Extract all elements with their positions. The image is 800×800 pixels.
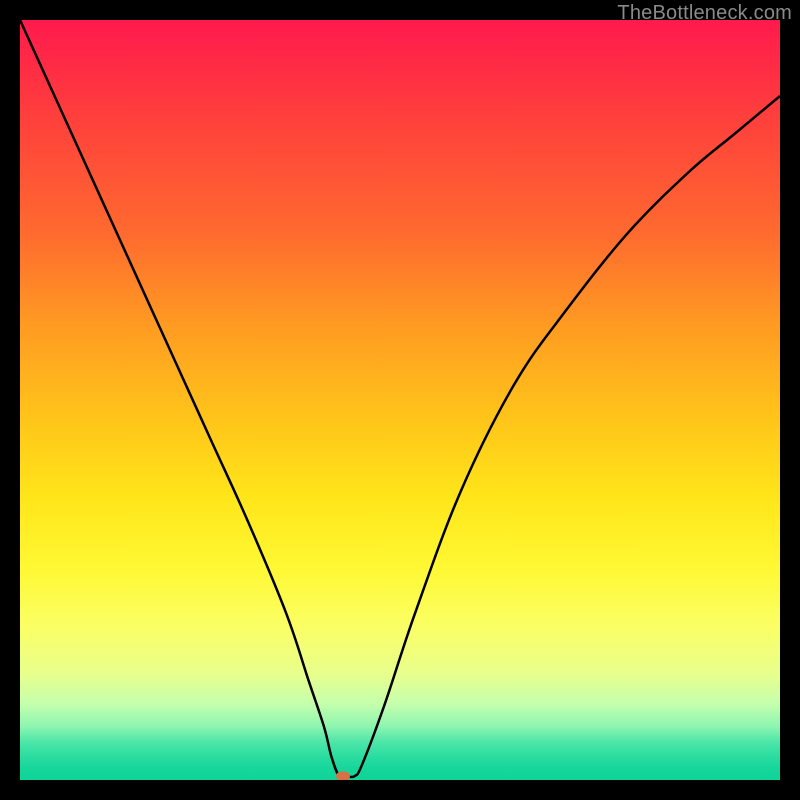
plot-area	[20, 20, 780, 780]
chart-stage: TheBottleneck.com	[0, 0, 800, 800]
curve-svg	[20, 20, 780, 780]
bottleneck-curve	[20, 20, 780, 778]
